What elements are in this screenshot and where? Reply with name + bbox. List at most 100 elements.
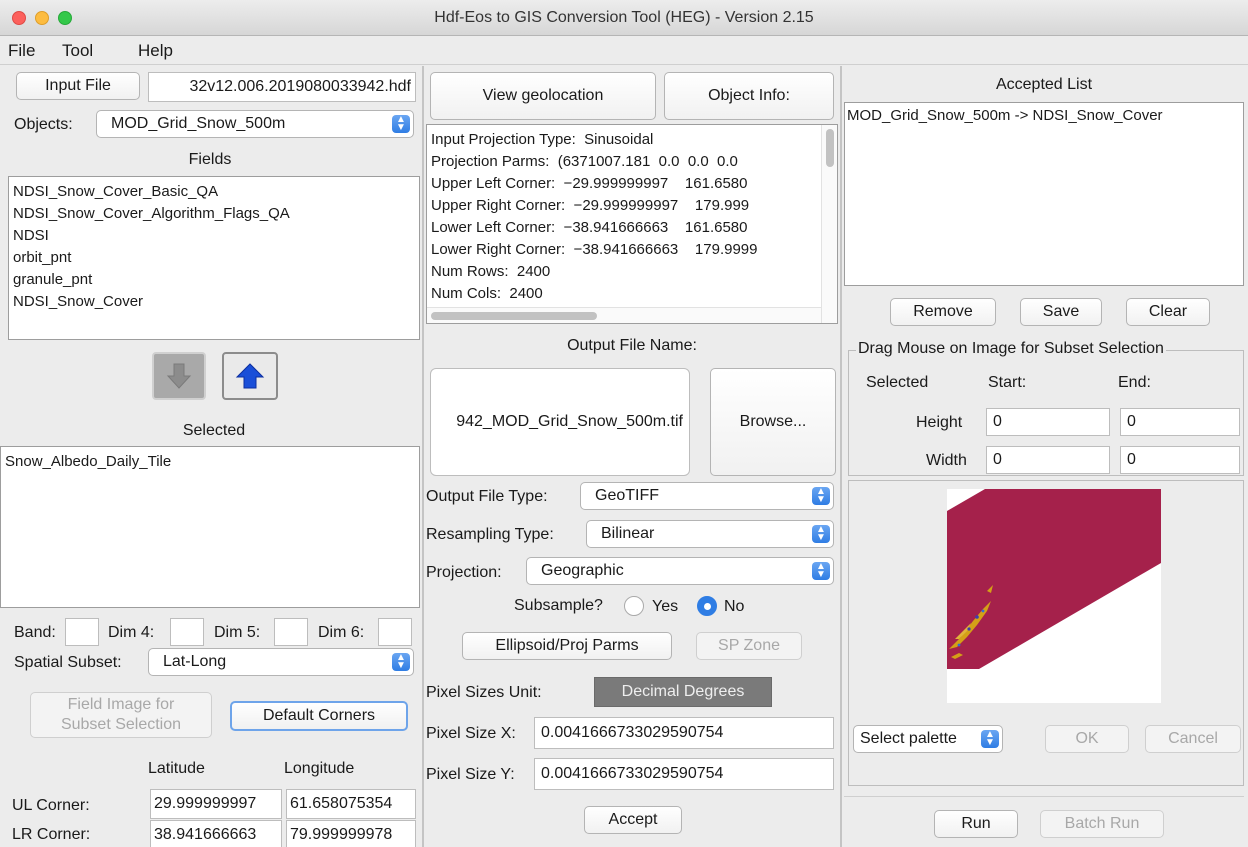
column-divider-right xyxy=(840,66,842,847)
subsample-yes-label[interactable]: Yes xyxy=(652,598,678,616)
info-line: Upper Right Corner: −29.999999997 179.99… xyxy=(431,197,750,214)
input-file-button[interactable]: Input File xyxy=(16,72,140,100)
fields-list[interactable]: NDSI_Snow_Cover_Basic_QA NDSI_Snow_Cover… xyxy=(8,176,420,340)
arrow-up-icon xyxy=(235,363,265,389)
menu-help[interactable]: Help xyxy=(138,41,173,61)
ul-longitude-input[interactable]: 61.658075354 xyxy=(286,789,416,819)
scroll-thumb[interactable] xyxy=(826,129,834,167)
horizontal-scrollbar[interactable] xyxy=(427,307,821,323)
list-item[interactable]: MOD_Grid_Snow_500m -> NDSI_Snow_Cover xyxy=(845,105,1243,127)
height-start-input[interactable]: 0 xyxy=(986,408,1110,436)
info-line: Lower Left Corner: −38.941666663 161.658… xyxy=(431,219,748,236)
default-corners-button[interactable]: Default Corners xyxy=(230,701,408,731)
info-line: Lower Right Corner: −38.941666663 179.99… xyxy=(431,241,758,258)
lr-latitude-input[interactable]: 38.941666663 xyxy=(150,820,282,847)
run-button[interactable]: Run xyxy=(934,810,1018,838)
title-bar: Hdf-Eos to GIS Conversion Tool (HEG) - V… xyxy=(0,0,1248,36)
pixel-sizes-unit-button[interactable]: Decimal Degrees xyxy=(594,677,772,707)
browse-button[interactable]: Browse... xyxy=(710,368,836,476)
pixel-size-x-input[interactable]: 0.0041666733029590754 xyxy=(534,717,834,749)
sp-zone-button[interactable]: SP Zone xyxy=(696,632,802,660)
clear-button[interactable]: Clear xyxy=(1126,298,1210,326)
band-input[interactable] xyxy=(65,618,99,646)
menu-tool[interactable]: Tool xyxy=(62,41,93,61)
objects-label: Objects: xyxy=(14,116,73,133)
chevron-updown-icon: ▲ ▼ xyxy=(812,525,830,543)
spatial-subset-select[interactable]: Lat-Long ▲ ▼ xyxy=(148,648,414,676)
chevron-updown-icon: ▲ ▼ xyxy=(812,487,830,505)
list-item[interactable]: Snow_Albedo_Daily_Tile xyxy=(1,451,419,473)
chevron-updown-icon: ▲ ▼ xyxy=(392,653,410,671)
projection-select[interactable]: Geographic ▲ ▼ xyxy=(526,557,834,585)
field-image-button-line1: Field Image for xyxy=(67,696,175,713)
output-file-name-input[interactable]: 942_MOD_Grid_Snow_500m.tif xyxy=(430,368,690,476)
width-start-input[interactable]: 0 xyxy=(986,446,1110,474)
dim5-input[interactable] xyxy=(274,618,308,646)
resampling-type-label: Resampling Type: xyxy=(426,526,554,543)
lr-longitude-input[interactable]: 79.999999978 xyxy=(286,820,416,847)
subsample-yes-radio[interactable] xyxy=(624,596,644,616)
subsample-no-radio[interactable] xyxy=(697,596,717,616)
projection-value: Geographic xyxy=(541,562,624,579)
batch-run-button[interactable]: Batch Run xyxy=(1040,810,1164,838)
view-geolocation-button[interactable]: View geolocation xyxy=(430,72,656,120)
output-file-type-value: GeoTIFF xyxy=(595,487,660,504)
height-end-input[interactable]: 0 xyxy=(1120,408,1240,436)
snow-cover-image[interactable] xyxy=(947,489,1161,703)
vertical-scrollbar[interactable] xyxy=(821,125,837,323)
palette-ok-button[interactable]: OK xyxy=(1045,725,1129,753)
ul-latitude-input[interactable]: 29.999999997 xyxy=(150,789,282,819)
list-item[interactable]: granule_pnt xyxy=(9,269,419,291)
window-title: Hdf-Eos to GIS Conversion Tool (HEG) - V… xyxy=(434,9,814,26)
menu-bar: File Tool Help xyxy=(0,37,1248,65)
object-info-panel[interactable]: Input Projection Type: Sinusoidal Projec… xyxy=(426,124,838,324)
subsample-no-label[interactable]: No xyxy=(724,598,744,616)
remove-button[interactable]: Remove xyxy=(890,298,996,326)
move-up-button[interactable] xyxy=(222,352,278,400)
accept-button[interactable]: Accept xyxy=(584,806,682,834)
width-end-input[interactable]: 0 xyxy=(1120,446,1240,474)
output-file-type-label: Output File Type: xyxy=(426,488,548,505)
input-file-field[interactable]: 32v12.006.2019080033942.hdf xyxy=(148,72,416,102)
dim5-label: Dim 5: xyxy=(214,624,261,641)
list-item[interactable]: NDSI_Snow_Cover_Basic_QA xyxy=(9,181,419,203)
ellipsoid-proj-parms-button[interactable]: Ellipsoid/Proj Parms xyxy=(462,632,672,660)
objects-select-value: MOD_Grid_Snow_500m xyxy=(111,115,286,132)
resampling-type-select[interactable]: Bilinear ▲ ▼ xyxy=(586,520,834,548)
ul-corner-label: UL Corner: xyxy=(12,797,90,814)
info-line: Upper Left Corner: −29.999999997 161.658… xyxy=(431,175,748,192)
projection-label: Projection: xyxy=(426,564,502,581)
latitude-header: Latitude xyxy=(148,760,205,777)
dim4-input[interactable] xyxy=(170,618,204,646)
height-label: Height xyxy=(916,414,963,431)
list-item[interactable]: NDSI xyxy=(9,225,419,247)
image-preview-panel: Select palette ▲ ▼ OK Cancel xyxy=(848,480,1244,786)
start-column-header: Start: xyxy=(988,374,1027,391)
selected-list[interactable]: Snow_Albedo_Daily_Tile xyxy=(0,446,420,608)
objects-select[interactable]: MOD_Grid_Snow_500m ▲ ▼ xyxy=(96,110,414,138)
palette-select[interactable]: Select palette ▲ ▼ xyxy=(853,725,1003,753)
palette-cancel-button[interactable]: Cancel xyxy=(1145,725,1241,753)
object-info-button[interactable]: Object Info: xyxy=(664,72,834,120)
longitude-header: Longitude xyxy=(284,760,355,777)
menu-file[interactable]: File xyxy=(8,41,35,61)
list-item[interactable]: NDSI_Snow_Cover_Algorithm_Flags_QA xyxy=(9,203,419,225)
pixel-sizes-unit-label: Pixel Sizes Unit: xyxy=(426,684,542,701)
dim6-input[interactable] xyxy=(378,618,412,646)
move-down-button[interactable] xyxy=(152,352,206,400)
dim6-label: Dim 6: xyxy=(318,624,365,641)
palette-select-value: Select palette xyxy=(860,730,957,747)
subset-group-title: Drag Mouse on Image for Subset Selection xyxy=(856,340,1166,358)
scroll-thumb[interactable] xyxy=(431,312,597,320)
subsample-label: Subsample? xyxy=(514,597,603,614)
output-file-type-select[interactable]: GeoTIFF ▲ ▼ xyxy=(580,482,834,510)
fields-header: Fields xyxy=(188,151,232,168)
chevron-updown-icon: ▲ ▼ xyxy=(981,730,999,748)
accepted-list[interactable]: MOD_Grid_Snow_500m -> NDSI_Snow_Cover xyxy=(844,102,1244,286)
pixel-size-y-input[interactable]: 0.0041666733029590754 xyxy=(534,758,834,790)
list-item[interactable]: NDSI_Snow_Cover xyxy=(9,291,419,313)
save-button[interactable]: Save xyxy=(1020,298,1102,326)
field-image-button[interactable]: Field Image for Subset Selection xyxy=(30,692,212,738)
list-item[interactable]: orbit_pnt xyxy=(9,247,419,269)
dim4-label: Dim 4: xyxy=(108,624,155,641)
